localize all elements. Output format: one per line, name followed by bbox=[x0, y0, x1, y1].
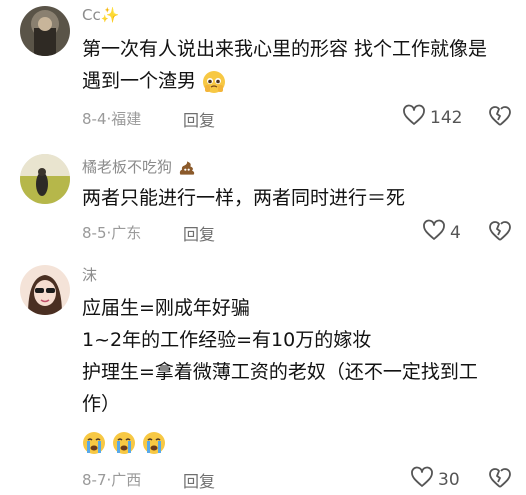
poop-emoji-icon bbox=[177, 158, 197, 178]
heart-icon bbox=[402, 104, 426, 131]
avatar[interactable] bbox=[20, 265, 70, 315]
loudly-crying-face-emoji-icon bbox=[142, 431, 166, 455]
comment-text: 第一次有人说出来我心里的形容 找个工作就像是 遇到一个渣男 bbox=[82, 38, 488, 94]
loudly-crying-face-emoji-icon bbox=[112, 431, 136, 455]
reply-button[interactable]: 回复 bbox=[183, 468, 215, 492]
reply-button[interactable]: 回复 bbox=[183, 107, 215, 131]
comment-text: 应届生=刚成年好骗 1~2年的工作经验=有10万的嫁妆 护理生=拿着微薄工资的老… bbox=[82, 297, 478, 415]
avatar[interactable] bbox=[20, 154, 70, 204]
dislike-button[interactable] bbox=[488, 104, 512, 132]
avatar[interactable] bbox=[20, 6, 70, 56]
like-count: 142 bbox=[430, 107, 463, 128]
loudly-crying-face-emoji-icon bbox=[82, 431, 106, 455]
like-button[interactable]: 30 bbox=[410, 466, 460, 493]
sparkles-icon: ✨ bbox=[100, 6, 120, 24]
broken-heart-icon bbox=[488, 106, 512, 132]
broken-heart-icon bbox=[488, 221, 512, 247]
dislike-button[interactable] bbox=[488, 466, 512, 494]
like-count: 4 bbox=[450, 222, 461, 243]
username[interactable]: Cc✨ bbox=[82, 6, 119, 24]
comment-meta: 8-5·广东 bbox=[82, 224, 142, 242]
broken-heart-icon bbox=[488, 468, 512, 494]
pleading-face-emoji-icon bbox=[202, 70, 226, 94]
comment-meta: 8-4·福建 bbox=[82, 110, 142, 128]
comment-text: 两者只能进行一样，两者同时进行＝死 bbox=[82, 187, 406, 209]
reply-button[interactable]: 回复 bbox=[183, 221, 215, 245]
emoji-row bbox=[82, 426, 507, 458]
username[interactable]: 沫 bbox=[82, 264, 97, 285]
username[interactable]: 橘老板不吃狗 bbox=[82, 156, 197, 178]
like-count: 30 bbox=[438, 469, 460, 490]
like-button[interactable]: 4 bbox=[422, 219, 461, 246]
comment-meta: 8-7·广西 bbox=[82, 471, 142, 489]
heart-icon bbox=[422, 219, 446, 246]
dislike-button[interactable] bbox=[488, 219, 512, 247]
like-button[interactable]: 142 bbox=[402, 104, 462, 131]
heart-icon bbox=[410, 466, 434, 493]
